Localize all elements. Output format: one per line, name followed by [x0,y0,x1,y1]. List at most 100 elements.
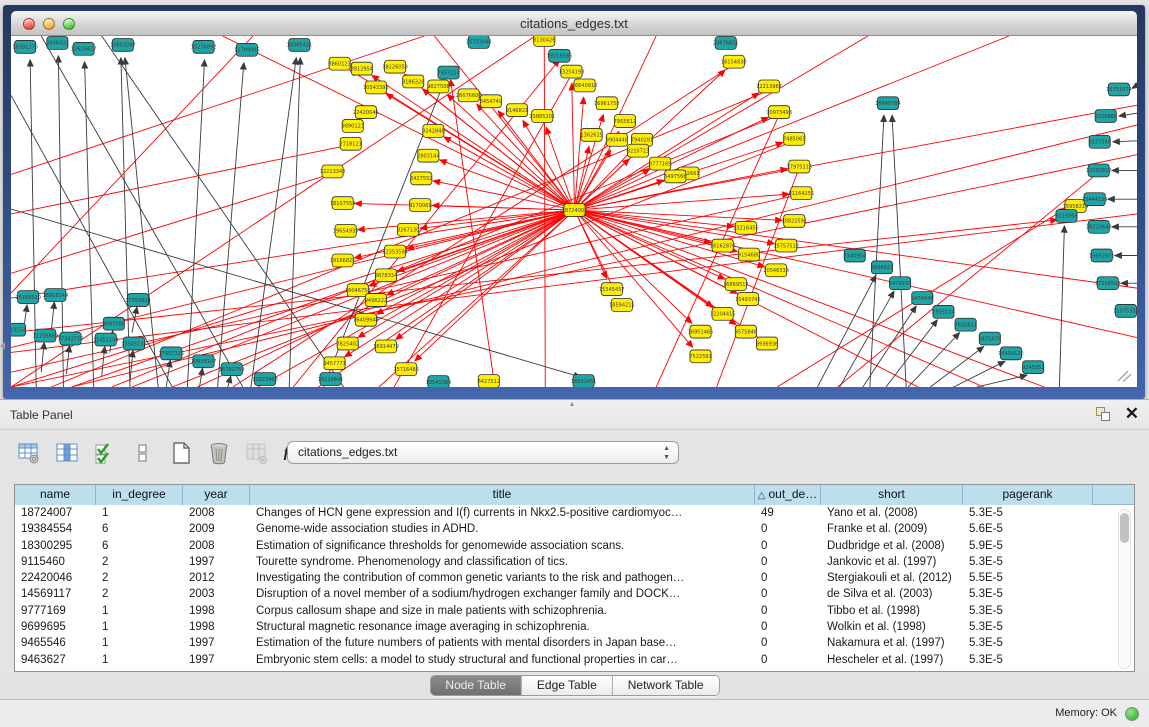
table-selector-dropdown[interactable]: citations_edges.txt ▲▼ [287,441,679,464]
graph-node-teal[interactable]: 18219841 [318,373,344,386]
edge[interactable] [1059,226,1064,387]
edge[interactable] [51,302,54,331]
graph-node-yellow[interactable]: 18594211 [609,299,635,312]
column-header-short[interactable]: short [821,485,963,505]
canvas-resize-grip[interactable] [1118,371,1131,382]
graph-node-yellow[interactable]: 2803144 [417,149,439,162]
panel-splitter-handle[interactable]: ▴ [570,402,580,406]
graph-node-yellow[interactable]: 16409948 [353,313,379,326]
graph-node-yellow[interactable]: 8454749 [480,95,502,108]
graph-node-yellow[interactable]: 9777169 [649,157,671,170]
graph-node-yellow[interactable]: 9904448 [606,133,628,146]
graph-node-teal[interactable]: 17016504 [1095,277,1121,290]
edge[interactable] [289,58,300,387]
column-header-pagerank[interactable]: pagerank [963,485,1093,505]
graph-node-yellow[interactable]: 8912954 [351,62,373,75]
graph-node-teal[interactable]: 15276892 [191,40,217,53]
graph-node-yellow[interactable]: 16869517 [723,278,749,291]
graph-node-teal[interactable]: 10653287 [110,38,136,51]
graph-node-yellow[interactable]: 19654935 [333,224,359,237]
graph-node-teal[interactable]: 17342757 [58,332,84,345]
graph-node-teal[interactable]: 19218586 [547,49,573,62]
graph-node-yellow[interactable]: 18724007 [562,204,588,217]
graph-node-teal[interactable]: 10541094 [426,376,452,387]
table-row[interactable]: 946554611997Estimation of the future num… [15,635,1134,651]
table-row[interactable]: 1938455462009Genome-wide association stu… [15,521,1134,537]
graph-node-teal[interactable]: 15751074 [1106,83,1132,96]
graph-node-teal[interactable]: 16648784 [875,97,901,110]
table-vertical-scrollbar[interactable] [1118,509,1131,669]
graph-node-teal[interactable]: 11156889 [32,329,58,342]
tab-node-table[interactable]: Node Table [430,676,522,695]
graph-node-teal[interactable]: 11709006 [234,43,260,56]
graph-node-yellow[interactable]: 8186328 [402,75,424,88]
graph-node-teal[interactable]: 9097588 [103,317,125,330]
graph-node-teal[interactable]: 8471676 [979,332,1001,345]
edge[interactable] [11,145,351,214]
edge[interactable] [575,194,790,210]
graph-node-yellow[interactable]: 12213343 [320,165,346,178]
graph-node-yellow[interactable]: 9575846 [735,325,757,338]
graph-node-teal[interactable]: 15723044 [466,36,492,48]
edge[interactable] [572,83,575,210]
table-row[interactable]: 1872400712008Changes of HCN gene express… [15,505,1134,521]
edge[interactable] [892,115,906,387]
edge[interactable] [71,125,1137,387]
graph-node-teal[interactable]: 12093822 [1086,164,1112,177]
delete-table-icon[interactable] [206,440,232,466]
graph-node-teal[interactable]: 11075338 [1113,304,1137,317]
graph-node-yellow[interactable]: 12213967 [756,80,782,93]
graph-node-yellow[interactable]: 9154680 [738,248,760,261]
graph-node-yellow[interactable]: 22420046 [353,106,379,119]
graph-node-teal[interactable]: 15692971 [1089,249,1115,262]
edge[interactable] [908,333,959,387]
edge[interactable] [102,346,105,376]
tab-network-table[interactable]: Network Table [613,676,719,695]
graph-node-yellow[interactable]: 9936936 [756,337,778,350]
edge[interactable] [200,368,203,387]
edge[interactable] [233,65,734,387]
graph-node-teal[interactable]: 9319154 [11,323,26,336]
column-header-year[interactable]: year [183,485,250,505]
graph-node-yellow[interactable]: 13254193 [559,65,585,78]
column-header-in-degree[interactable]: in_degree [96,485,183,505]
graph-node-yellow[interactable]: 9146821 [506,104,528,117]
graph-node-yellow[interactable]: 2718121 [340,137,362,150]
edge[interactable] [838,172,1099,387]
graph-node-yellow[interactable]: 12204415 [710,307,736,320]
graph-node-teal[interactable]: 12923468 [252,373,278,386]
scrollbar-thumb[interactable] [1120,513,1129,543]
graph-node-yellow[interactable]: 19166825 [330,254,356,267]
network-canvas[interactable]: 1872400788601238912954182260581054339281… [11,36,1137,387]
graph-node-yellow[interactable]: 10543392 [363,81,389,94]
edge[interactable] [187,60,204,387]
graph-node-yellow[interactable]: 8427512 [478,375,500,387]
graph-node-teal[interactable]: 11451194 [93,333,119,346]
graph-node-teal[interactable]: 18918344 [43,289,69,302]
edge[interactable] [575,36,1009,210]
graph-node-yellow[interactable]: 18107554 [330,197,356,210]
table-settings-icon[interactable] [16,440,42,466]
edge[interactable] [345,210,575,357]
show-columns-icon[interactable] [54,440,80,466]
edge[interactable] [930,346,983,387]
edge[interactable] [840,291,894,387]
tab-edge-table[interactable]: Edge Table [522,676,613,695]
column-header-out-degree[interactable]: △out_de… [755,485,821,505]
edge[interactable] [11,36,253,293]
column-header-name[interactable]: name [15,485,96,505]
edge[interactable] [102,36,344,387]
graph-node-teal[interactable]: 13444139 [1082,193,1108,206]
graph-node-teal[interactable]: 10958107 [191,355,217,368]
graph-node-yellow[interactable]: 13216455 [733,221,759,234]
graph-node-teal[interactable]: 17957225 [158,347,184,360]
edge[interactable] [863,306,916,387]
table-row[interactable]: 1456911722003Disruption of a novel membe… [15,586,1134,602]
graph-node-yellow[interactable]: 8427552 [410,172,432,185]
table-row[interactable]: 977716911998Corpus callosum shape and si… [15,603,1134,619]
edge[interactable] [51,90,769,387]
graph-node-teal[interactable]: 18391275 [12,40,38,53]
graph-node-yellow[interactable]: 8878334 [375,269,397,282]
graph-node-yellow[interactable]: 11164255 [789,187,815,200]
column-header-title[interactable]: title [250,485,755,505]
